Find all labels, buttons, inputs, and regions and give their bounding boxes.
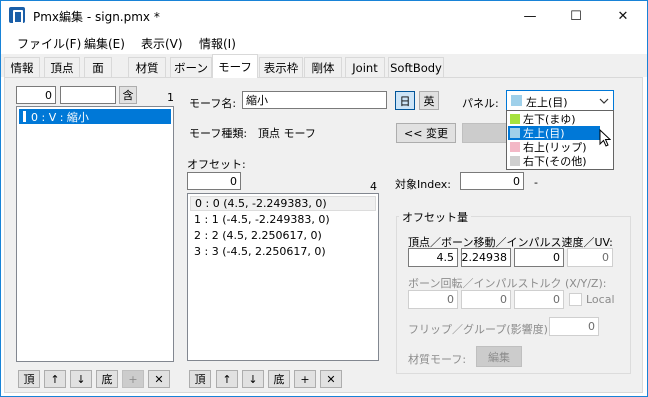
move-top-button[interactable]: 頂	[18, 370, 40, 388]
offset-move-top-button[interactable]: 頂	[189, 370, 211, 388]
morph-name-label: モーフ名:	[189, 97, 237, 110]
panel-label: パネル:	[462, 97, 499, 110]
offset-move-up-button[interactable]: ↑	[216, 370, 238, 388]
tab-face[interactable]: 面	[84, 57, 112, 77]
tab-rigid-body[interactable]: 剛体	[304, 57, 342, 77]
target-index-input[interactable]: 0	[460, 172, 524, 190]
panel-option-right-top[interactable]: 右上(リップ)	[508, 140, 600, 154]
menu-info[interactable]: 情報(I)	[199, 35, 236, 52]
add-morph-button[interactable]: +	[122, 370, 144, 388]
tab-joint[interactable]: Joint	[345, 57, 385, 77]
rotation-x-input[interactable]: 0	[408, 290, 458, 309]
offset-row[interactable]: 3 : 3 (-4.5, 2.250617, 0)	[190, 244, 376, 259]
panel-select[interactable]: 左上(目)	[506, 90, 614, 111]
color-swatch	[510, 114, 520, 124]
maximize-button[interactable]: ☐	[553, 1, 599, 31]
offset-delete-button[interactable]: ✕	[320, 370, 342, 388]
tab-info[interactable]: 情報	[4, 57, 40, 77]
rotation-z-input[interactable]: 0	[514, 290, 564, 309]
flip-group-input[interactable]: 0	[549, 317, 599, 336]
mouse-cursor-icon	[599, 129, 611, 147]
window-title: Pmx編集 - sign.pmx *	[33, 10, 160, 24]
panel-option-left-bottom[interactable]: 左下(まゆ)	[508, 112, 600, 126]
flip-group-label: フリップ／グループ(影響度):	[408, 323, 552, 336]
target-index-label: 対象Index:	[395, 178, 451, 191]
move-down-button[interactable]: ↓	[70, 370, 92, 388]
menu-file[interactable]: ファイル(F)	[17, 35, 81, 52]
move-bottom-button[interactable]: 底	[96, 370, 118, 388]
english-name-button[interactable]: 英	[419, 91, 439, 110]
close-button[interactable]: ✕	[600, 1, 646, 31]
tab-bone[interactable]: ボーン	[170, 57, 212, 77]
offset-index-input[interactable]: 0	[187, 172, 241, 190]
offset-count: 4	[370, 180, 377, 193]
morph-list-item-label: 0 : V : 縮小	[31, 110, 89, 124]
panel-color-swatch	[511, 95, 522, 106]
japanese-name-button[interactable]: 日	[395, 91, 415, 110]
color-swatch	[510, 128, 520, 138]
offset-amount-title: オフセット量	[399, 209, 471, 225]
menu-edit[interactable]: 編集(E)	[84, 35, 125, 52]
local-checkbox[interactable]	[569, 293, 582, 306]
offset-x-input[interactable]: 4.5	[408, 248, 458, 267]
apply-button[interactable]	[462, 123, 508, 143]
offset-move-down-button[interactable]: ↓	[242, 370, 264, 388]
offset-z-input[interactable]: 0	[514, 248, 564, 267]
local-label: Local	[586, 293, 615, 306]
color-swatch	[510, 142, 520, 152]
offset-w-input[interactable]: 0	[567, 248, 613, 267]
tab-material[interactable]: 材質	[128, 57, 166, 77]
morph-filter-input[interactable]	[60, 86, 116, 104]
panel-option-label: 右下(その他)	[523, 155, 587, 168]
morph-count: 1	[167, 91, 174, 104]
app-icon	[9, 7, 25, 24]
material-morph-label: 材質モーフ:	[408, 353, 467, 366]
morph-type-label: モーフ種類:	[189, 127, 248, 140]
chevron-down-icon[interactable]	[595, 92, 612, 109]
panel-option-right-bottom[interactable]: 右下(その他)	[508, 154, 600, 168]
rotation-y-input[interactable]: 0	[461, 290, 511, 309]
tab-vertex[interactable]: 頂点	[44, 57, 80, 77]
move-up-button[interactable]: ↑	[44, 370, 66, 388]
contains-filter-button[interactable]: 含	[119, 86, 137, 104]
bone-rotation-label: ボーン回転／インパルストルク (X/Y/Z):	[408, 277, 607, 290]
morph-list[interactable]: 0 : V : 縮小	[16, 106, 174, 362]
minimize-button[interactable]: —	[507, 1, 553, 31]
offset-row[interactable]: 0 : 0 (4.5, -2.249383, 0)	[190, 196, 376, 211]
offset-y-input[interactable]: -2.24938	[461, 248, 511, 267]
offset-list[interactable]: 0 : 0 (4.5, -2.249383, 0) 1 : 1 (-4.5, -…	[187, 193, 379, 361]
offset-row[interactable]: 2 : 2 (4.5, 2.250617, 0)	[190, 228, 376, 243]
change-button[interactable]: << 変更	[396, 123, 456, 143]
tab-softbody[interactable]: SoftBody	[388, 57, 444, 77]
target-index-suffix: -	[534, 176, 538, 189]
material-edit-button[interactable]: 編集	[476, 346, 522, 367]
panel-dropdown-list: 左下(まゆ) 左上(目) 右上(リップ) 右下(その他)	[506, 110, 614, 170]
morph-name-input[interactable]: 縮小	[242, 91, 387, 109]
tab-morph[interactable]: モーフ	[212, 54, 258, 78]
delete-morph-button[interactable]: ✕	[148, 370, 170, 388]
menu-view[interactable]: 表示(V)	[141, 35, 183, 52]
morph-type-value: 頂点 モーフ	[258, 127, 316, 140]
morph-list-item-0[interactable]: 0 : V : 縮小	[19, 109, 171, 124]
offset-row[interactable]: 1 : 1 (-4.5, -2.249383, 0)	[190, 212, 376, 227]
tab-display-frame[interactable]: 表示枠	[259, 57, 303, 77]
morph-index-input[interactable]: 0	[16, 86, 56, 104]
offset-add-button[interactable]: +	[294, 370, 316, 388]
panel-option-left-top[interactable]: 左上(目)	[508, 126, 600, 140]
color-swatch	[510, 156, 520, 166]
offset-move-bottom-button[interactable]: 底	[268, 370, 290, 388]
panel-select-value: 左上(目)	[526, 96, 568, 109]
panel-color-marker	[23, 111, 26, 122]
offset-label: オフセット:	[187, 158, 246, 171]
